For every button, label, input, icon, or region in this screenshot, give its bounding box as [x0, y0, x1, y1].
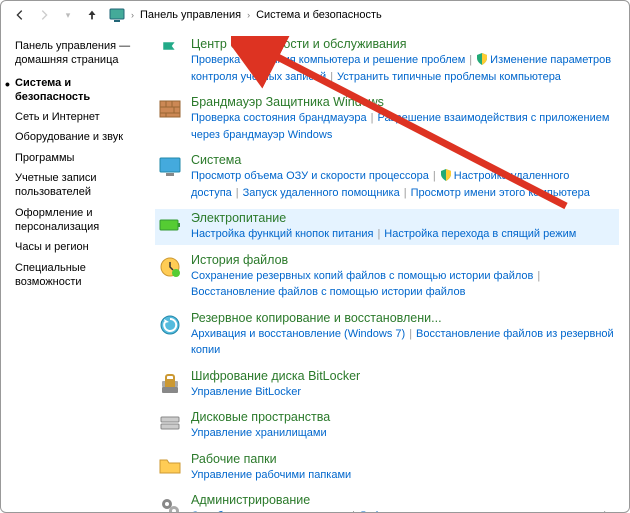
sidebar-item[interactable]: Учетные записи пользователей	[15, 171, 145, 200]
category-title[interactable]: Администрирование	[191, 493, 310, 507]
category: Шифрование диска BitLocker Управление Bit…	[155, 367, 619, 403]
lock-icon	[157, 369, 183, 395]
category-link[interactable]: Запуск удаленного помощника	[243, 187, 400, 199]
category: Брандмауэр Защитника WindowsПроверка сос…	[155, 93, 619, 145]
sidebar-item[interactable]: Программы	[15, 151, 145, 165]
category-link[interactable]: Проверка состояния компьютера и решение …	[191, 54, 465, 66]
category: Система Просмотр объема ОЗУ и скорости пр…	[155, 151, 619, 203]
category-link[interactable]: Настройка перехода в спящий режим	[384, 228, 576, 240]
sidebar: Панель управления — домашняя страница Си…	[1, 31, 151, 512]
category-title[interactable]: Резервное копирование и восстановлени...	[191, 311, 442, 325]
category-title[interactable]: Дисковые пространства	[191, 410, 330, 424]
category-link[interactable]: Восстановление файлов с помощью истории …	[191, 286, 465, 298]
category-title[interactable]: Электропитание	[191, 211, 286, 225]
sidebar-home[interactable]: Панель управления — домашняя страница	[15, 39, 145, 68]
category-link[interactable]: Управление BitLocker	[191, 386, 301, 398]
category-link[interactable]: Архивация и восстановление (Windows 7)	[191, 328, 405, 340]
category-link[interactable]: Сохранение резервных копий файлов с помо…	[191, 270, 533, 282]
category-title[interactable]: История файлов	[191, 253, 288, 267]
shield-icon	[440, 169, 452, 181]
breadcrumb-system-security[interactable]: Система и безопасность	[256, 9, 382, 21]
category: История файлов Сохранение резервных копий…	[155, 251, 619, 303]
chevron-down-icon[interactable]: ▾	[61, 8, 75, 22]
drives-icon	[157, 410, 183, 436]
category-title[interactable]: Шифрование диска BitLocker	[191, 369, 360, 383]
category-link[interactable]: Проверка состояния брандмауэра	[191, 112, 367, 124]
category-links: Просмотр объема ОЗУ и скорости процессор…	[191, 168, 617, 201]
category-link[interactable]: Настройка функций кнопок питания	[191, 228, 373, 240]
sidebar-item[interactable]: Система и безопасность	[15, 76, 145, 105]
category: Дисковые пространства Управление хранилищ…	[155, 408, 619, 444]
gears-icon	[157, 493, 183, 512]
main-panel: Центр безопасности и обслуживания Проверк…	[151, 31, 629, 512]
category-links: Управление рабочими папками	[191, 467, 617, 484]
category-title[interactable]: Система	[191, 153, 241, 167]
category-link[interactable]: Устранить типичные проблемы компьютера	[337, 71, 561, 83]
monitor-icon	[157, 153, 183, 179]
category-links: Проверка состояния брандмауэра|Разрешени…	[191, 110, 617, 143]
sidebar-item[interactable]: Часы и регион	[15, 240, 145, 254]
category-links: Архивация и восстановление (Windows 7)|В…	[191, 326, 617, 359]
category-link[interactable]: Просмотр объема ОЗУ и скорости процессор…	[191, 170, 429, 182]
breadcrumb-control-panel[interactable]: Панель управления	[140, 9, 241, 21]
category: ЭлектропитаниеНастройка функций кнопок п…	[155, 209, 619, 245]
breadcrumb: › Панель управления › Система и безопасн…	[109, 7, 382, 23]
category-link[interactable]: Дефрагментация и оптимизация ваших диско…	[359, 510, 599, 512]
sidebar-item[interactable]: Специальные возможности	[15, 261, 145, 290]
sidebar-item[interactable]: Сеть и Интернет	[15, 110, 145, 124]
category-title[interactable]: Брандмауэр Защитника Windows	[191, 95, 384, 109]
category-link[interactable]: Управление рабочими папками	[191, 469, 351, 481]
wall-icon	[157, 95, 183, 121]
category-links: Управление BitLocker	[191, 384, 617, 401]
control-panel-icon	[109, 7, 125, 23]
clock-icon	[157, 253, 183, 279]
category: АдминистрированиеОсвобождение места на д…	[155, 491, 619, 512]
category-links: Проверка состояния компьютера и решение …	[191, 52, 617, 85]
category-links: Освобождение места на диске|Дефрагментац…	[191, 508, 617, 512]
category-link[interactable]: Управление хранилищами	[191, 427, 327, 439]
category-title[interactable]: Центр безопасности и обслуживания	[191, 37, 407, 51]
battery-icon	[157, 211, 183, 237]
category: Рабочие папки Управление рабочими папками	[155, 450, 619, 486]
category-links: Сохранение резервных копий файлов с помо…	[191, 268, 617, 301]
nav-bar: ▾ › Панель управления › Система и безопа…	[1, 1, 629, 31]
nav-forward-icon	[37, 8, 51, 22]
category-links: Настройка функций кнопок питания|Настрой…	[191, 226, 617, 243]
category-title[interactable]: Рабочие папки	[191, 452, 277, 466]
category: Центр безопасности и обслуживания Проверк…	[155, 35, 619, 87]
folder-icon	[157, 452, 183, 478]
flag-icon	[157, 37, 183, 63]
nav-back-icon[interactable]	[13, 8, 27, 22]
category-links: Управление хранилищами	[191, 425, 617, 442]
category-link[interactable]: Просмотр имени этого компьютера	[411, 187, 590, 199]
shield-icon	[476, 53, 488, 65]
sidebar-list: Система и безопасность Сеть и Интернет Обо…	[15, 76, 145, 290]
category: Резервное копирование и восстановлени...…	[155, 309, 619, 361]
category-link[interactable]: Освобождение места на диске	[191, 510, 348, 512]
sidebar-item[interactable]: Оформление и персонализация	[15, 206, 145, 235]
nav-up-icon[interactable]	[85, 8, 99, 22]
sidebar-item[interactable]: Оборудование и звук	[15, 130, 145, 144]
backup-icon	[157, 311, 183, 337]
